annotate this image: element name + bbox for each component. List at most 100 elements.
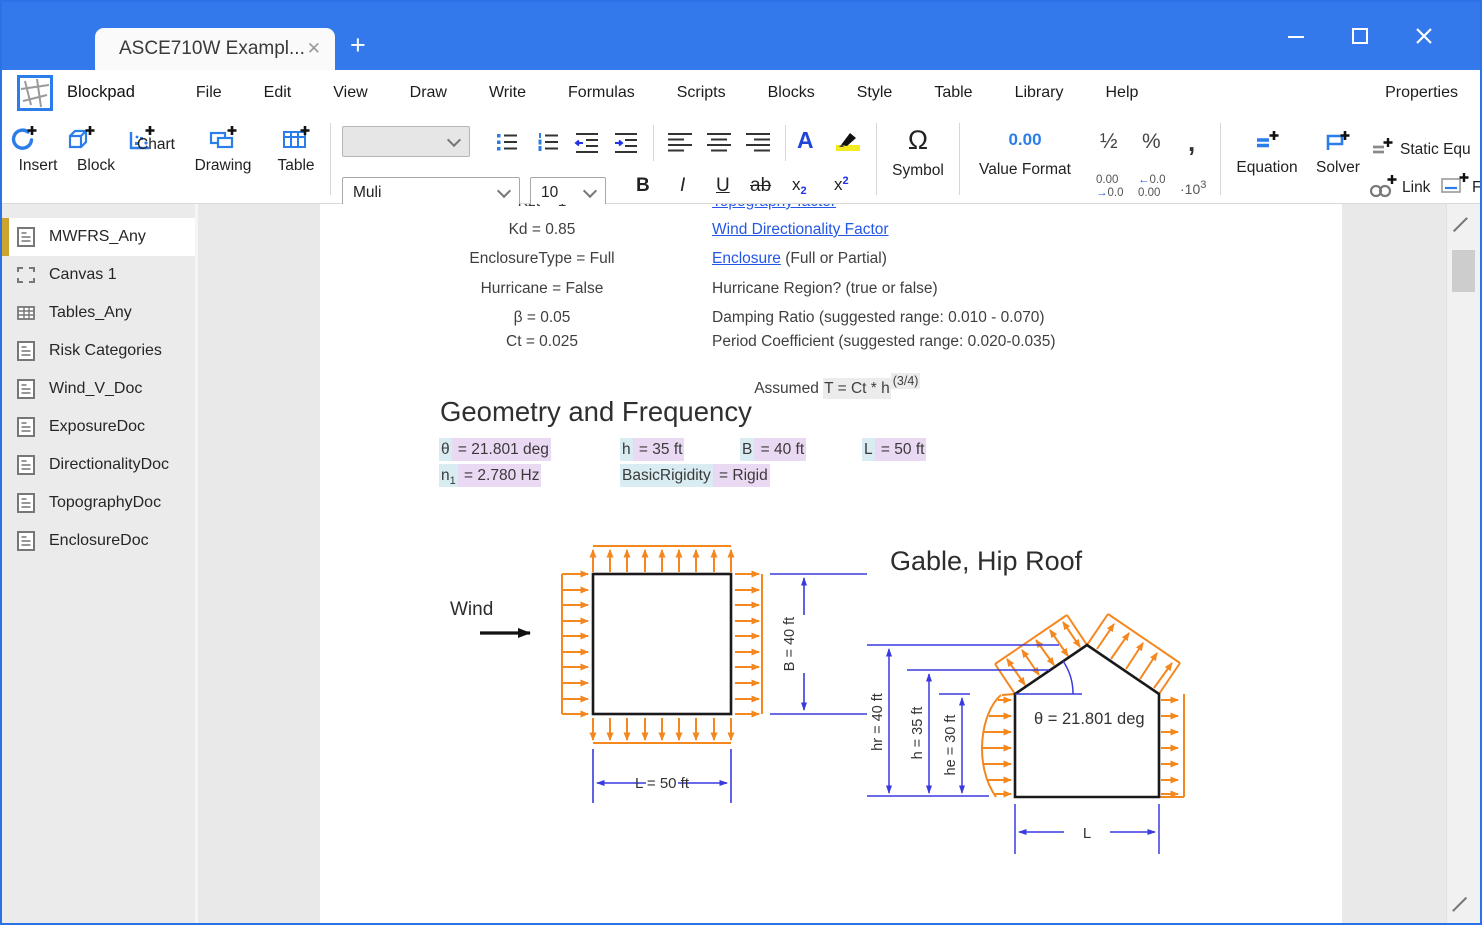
align-right-button[interactable] [744,131,772,153]
vertical-scrollbar[interactable] [1446,204,1480,923]
menu-scripts[interactable]: Scripts [656,84,747,102]
link-button[interactable] [1368,173,1398,199]
highlighter-icon [835,128,861,152]
basic-rigidity-value[interactable]: BasicRigidity = Rigid [620,467,770,485]
maximize-button[interactable] [1328,2,1392,70]
decrease-decimals-button[interactable]: 0.00 →0.0 [1096,174,1124,200]
menu-view[interactable]: View [312,84,388,102]
sidebar-item-exposure-doc[interactable]: ExposureDoc [2,408,195,446]
menu-blockpad[interactable]: Blockpad [67,83,135,102]
insert-button[interactable]: Insert [6,124,70,175]
menu-draw[interactable]: Draw [389,84,468,102]
scroll-up-icon[interactable] [1453,218,1467,232]
menu-file[interactable]: File [175,84,243,102]
menu-properties[interactable]: Properties [1385,84,1480,102]
sidebar-item-topography-doc[interactable]: TopographyDoc [2,484,195,522]
superscript-button[interactable]: x2 [834,175,849,195]
sidebar-item-tables-any[interactable]: Tables_Any [2,294,195,332]
paragraph-style-select[interactable] [342,126,470,157]
sidebar-item-wind-v-doc[interactable]: Wind_V_Doc [2,370,195,408]
document-page[interactable]: Kzt = 1 Topography factor Kd = 0.85 Wind… [320,204,1342,923]
link-label[interactable]: Link [1402,179,1430,197]
static-equation-label[interactable]: Static Equ [1400,141,1471,159]
numbered-list-button[interactable] [535,131,561,153]
scrollbar-thumb[interactable] [1452,250,1475,292]
drawing-button[interactable]: Drawing [188,124,258,175]
menubar: Blockpad File Edit View Draw Write Formu… [2,70,1480,115]
section-heading: Geometry and Frequency [440,396,752,428]
topography-factor-link[interactable]: Topography factor [712,204,836,210]
bullet-list-button[interactable] [494,131,520,153]
he-dimension-label: he = 30 ft [943,715,959,776]
sidebar-item-mwfrs-any[interactable]: MWFRS_Any [2,218,195,256]
menu-edit[interactable]: Edit [243,84,313,102]
close-button[interactable] [1392,2,1456,70]
font-color-button[interactable]: A [797,127,814,154]
chart-button[interactable]: Chart [124,124,188,154]
strikethrough-button[interactable]: ab [750,175,771,197]
b-value[interactable]: B = 40 ft [740,441,806,459]
minimize-button[interactable] [1264,2,1328,70]
bold-button[interactable]: B [636,175,650,197]
indent-button[interactable] [612,131,640,153]
italic-button[interactable]: I [680,175,685,197]
percent-format-button[interactable]: % [1142,130,1161,154]
formula-doc-button[interactable] [1440,171,1470,197]
h-value[interactable]: h = 35 ft [620,441,684,459]
underline-button[interactable]: U [716,175,730,197]
tab-close-icon[interactable]: ✕ [305,39,323,59]
windward-wall-arrows [981,694,1015,797]
comma-format-button[interactable]: , [1188,127,1195,158]
theta-value[interactable]: θ = 21.801 deg [439,441,551,459]
new-tab-button[interactable]: + [350,30,366,61]
sidebar-item-label: Wind_V_Doc [49,380,142,398]
increase-decimals-button[interactable]: ←0.0 0.00 [1138,174,1166,200]
menu-write[interactable]: Write [468,84,547,102]
tab-title: ASCE710W Exampl... [119,38,305,60]
sidebar-item-enclosure-doc[interactable]: EnclosureDoc [2,522,195,560]
wind-directionality-link[interactable]: Wind Directionality Factor [712,221,889,238]
align-left-button[interactable] [666,131,694,153]
document-tab[interactable]: ASCE710W Exampl... ✕ [95,28,335,70]
sidebar-item-directionality-doc[interactable]: DirectionalityDoc [2,446,195,484]
subscript-button[interactable]: x2 [792,175,807,197]
scientific-notation-button[interactable]: ·103 [1180,179,1206,196]
link-chain-icon [1368,173,1398,199]
static-equation-button[interactable] [1370,137,1394,157]
equation-icon [1252,129,1282,151]
static-equation-icon [1370,137,1394,157]
doc-row: EnclosureType = Full Enclosure (Full or … [320,250,1342,272]
n1-value[interactable]: n1 = 2.780 Hz [439,467,541,487]
table-icon [279,124,313,154]
solver-button[interactable]: Solver [1308,129,1368,177]
sidebar-item-canvas-1[interactable]: Canvas 1 [2,256,195,294]
menu-blocks[interactable]: Blocks [747,84,836,102]
insert-icon [6,124,40,154]
scroll-down-icon[interactable] [1453,897,1467,911]
menu-table[interactable]: Table [913,84,993,102]
symbol-button[interactable]: Ω Symbol [882,125,954,180]
toolbar-separator [959,123,960,195]
b-dimension-label: B = 40 ft [782,617,798,671]
block-button[interactable]: Block [64,124,128,175]
l-value[interactable]: L = 50 ft [862,441,926,459]
sidebar-item-risk-categories[interactable]: Risk Categories [2,332,195,370]
toolbar-separator [876,123,877,195]
menu-style[interactable]: Style [836,84,914,102]
table-button[interactable]: Table [264,124,328,175]
formula-doc-label[interactable]: F [1472,179,1481,197]
outdent-button[interactable] [573,131,601,153]
value-format-button[interactable]: 0.00 Value Format [964,130,1086,179]
enclosure-link[interactable]: Enclosure [712,250,781,267]
highlight-button[interactable] [835,128,861,152]
fraction-format-button[interactable]: ½ [1100,130,1118,154]
menu-help[interactable]: Help [1084,84,1159,102]
indent-icon [612,131,640,153]
menu-library[interactable]: Library [994,84,1085,102]
minimize-icon [1283,23,1309,49]
menu-formulas[interactable]: Formulas [547,84,656,102]
chevron-down-icon [497,183,511,197]
equation-button[interactable]: Equation [1228,129,1306,177]
document-icon [16,378,36,400]
align-center-button[interactable] [705,131,733,153]
